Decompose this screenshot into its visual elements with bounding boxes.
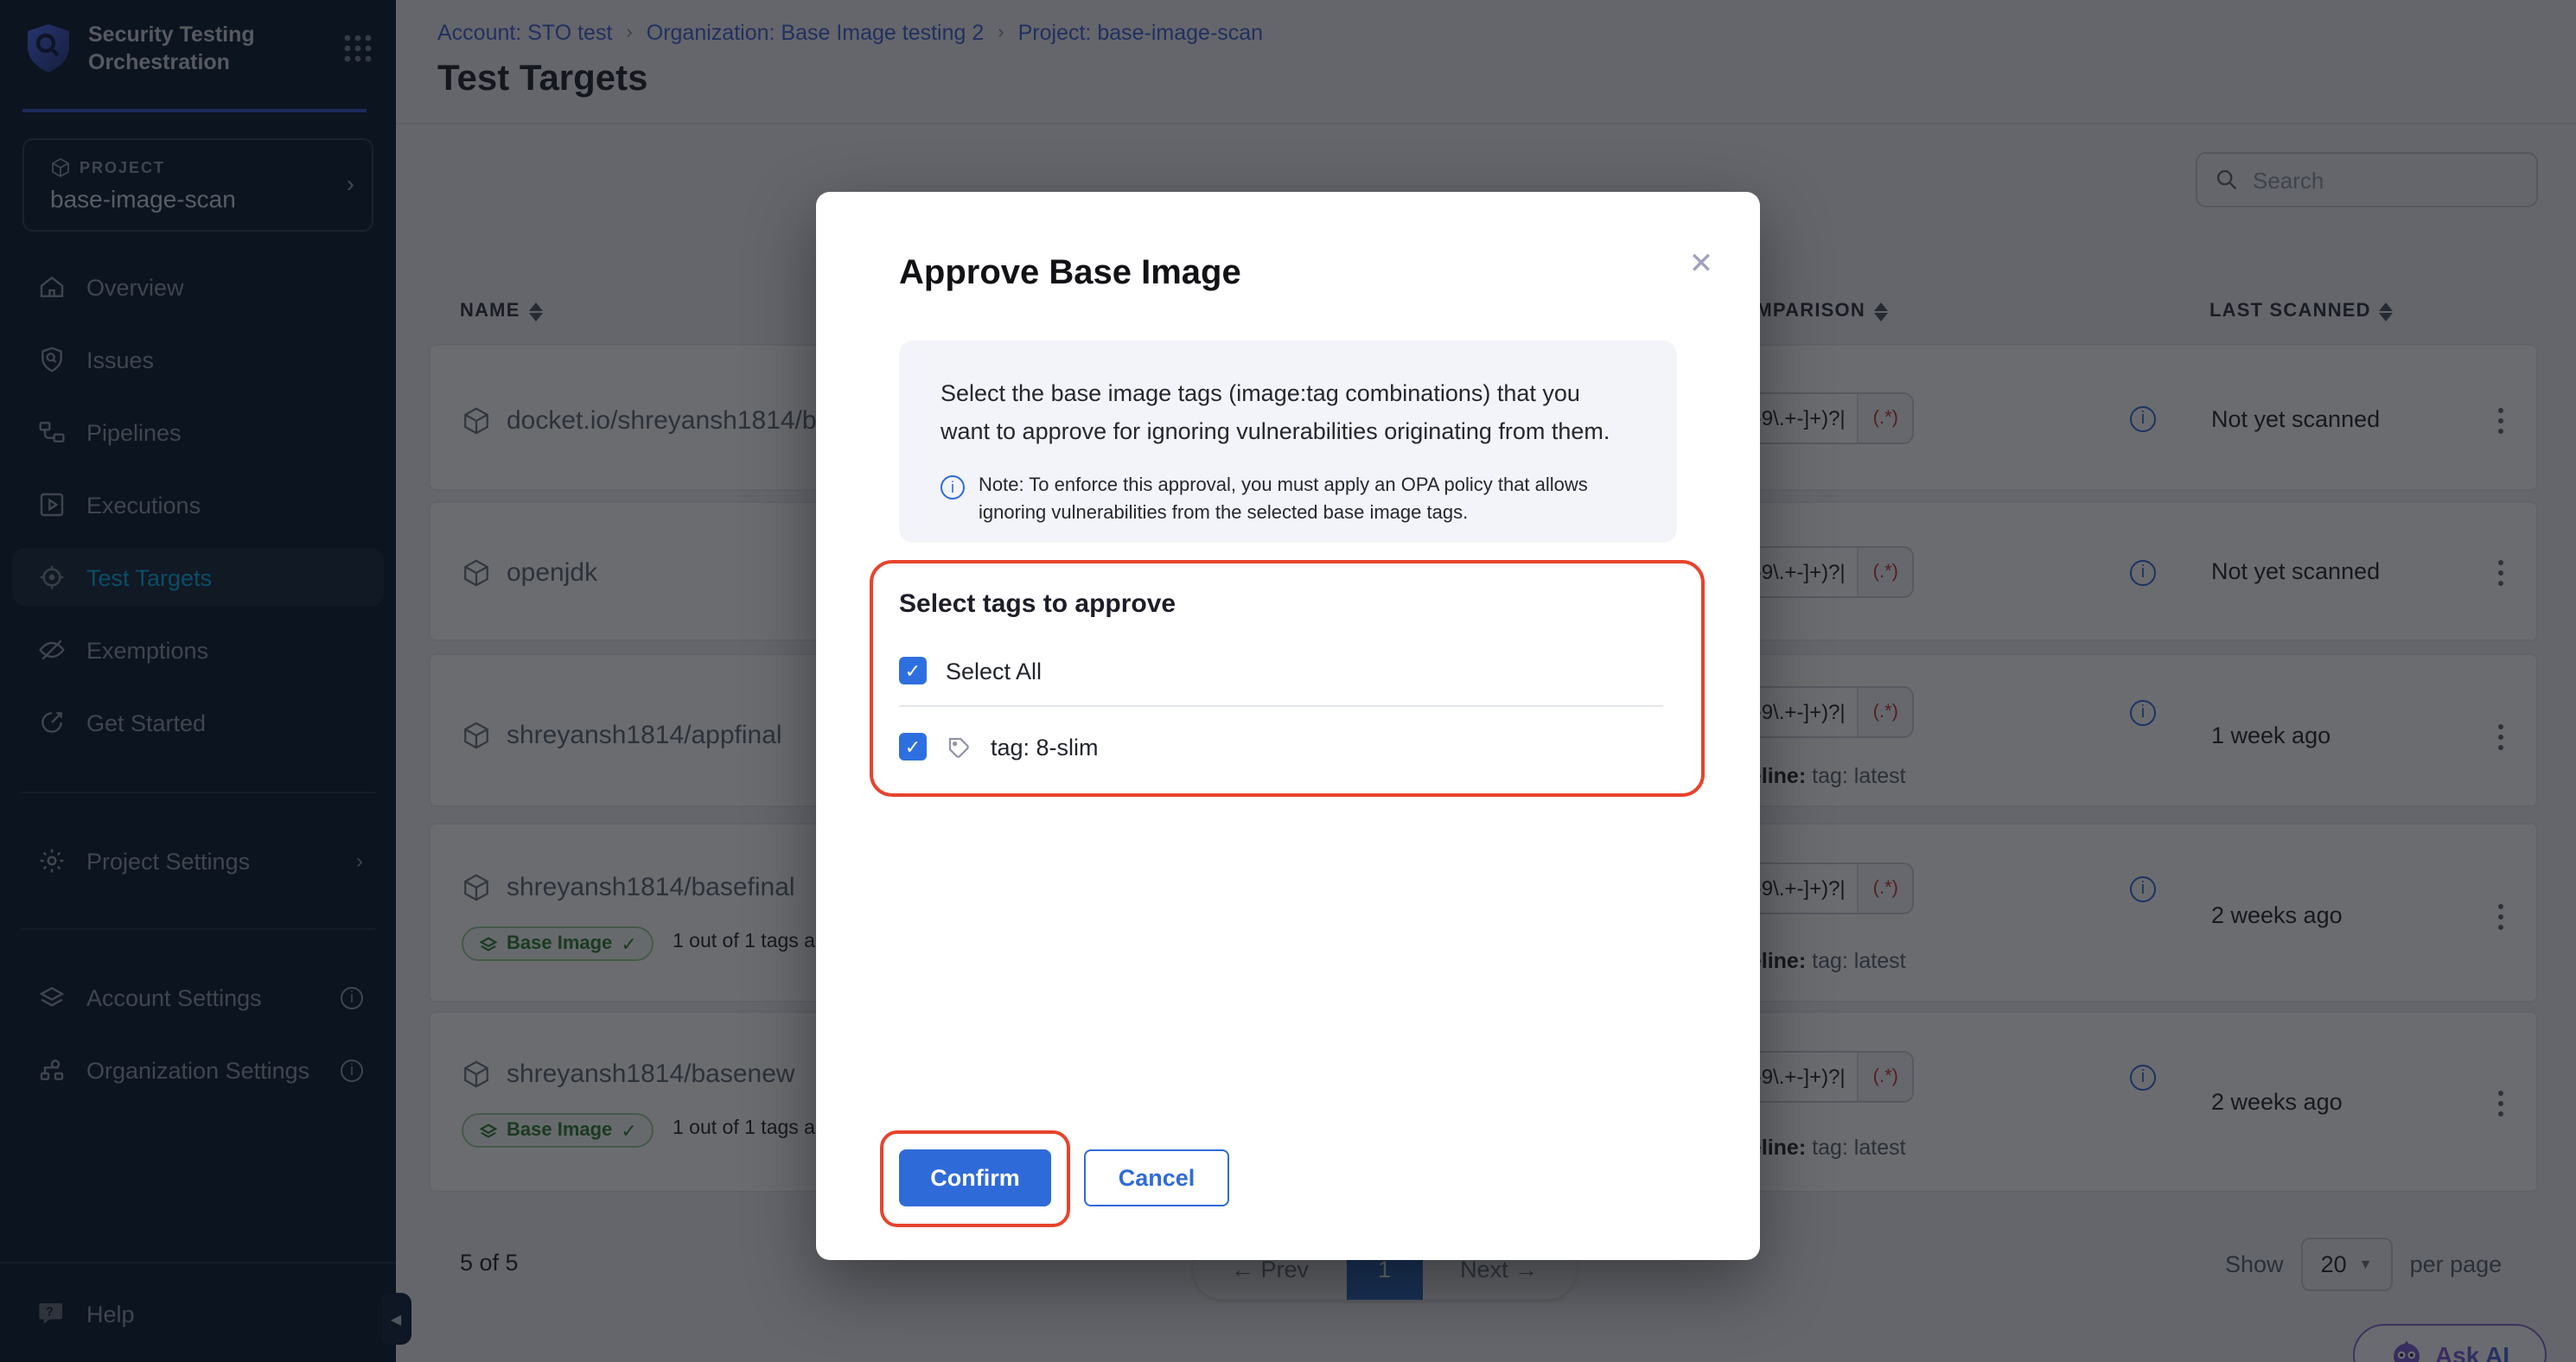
tag-checkbox[interactable]: ✓ bbox=[899, 733, 927, 761]
approve-base-image-dialog: Approve Base Image ✕ Select the base ima… bbox=[816, 192, 1760, 1260]
tags-section-title: Select tags to approve bbox=[899, 589, 1176, 619]
dialog-note: Note: To enforce this approval, you must… bbox=[979, 474, 1636, 529]
tag-icon bbox=[946, 734, 972, 760]
divider bbox=[899, 705, 1663, 707]
tag-row: ✓ tag: 8-slim bbox=[899, 733, 1099, 761]
select-all-row: ✓ Select All bbox=[899, 657, 1042, 684]
dialog-title: Approve Base Image bbox=[899, 254, 1241, 294]
tag-label: tag: 8-slim bbox=[991, 734, 1099, 760]
info-icon: i bbox=[940, 475, 965, 500]
close-icon[interactable]: ✕ bbox=[1680, 244, 1722, 285]
cancel-button[interactable]: Cancel bbox=[1084, 1149, 1229, 1206]
app-window: Security Testing Orchestration PROJECT b… bbox=[0, 0, 2576, 1362]
confirm-button[interactable]: Confirm bbox=[899, 1149, 1051, 1206]
select-all-checkbox[interactable]: ✓ bbox=[899, 657, 927, 684]
dialog-description: Select the base image tags (image:tag co… bbox=[940, 375, 1636, 449]
dialog-description-panel: Select the base image tags (image:tag co… bbox=[899, 340, 1677, 543]
